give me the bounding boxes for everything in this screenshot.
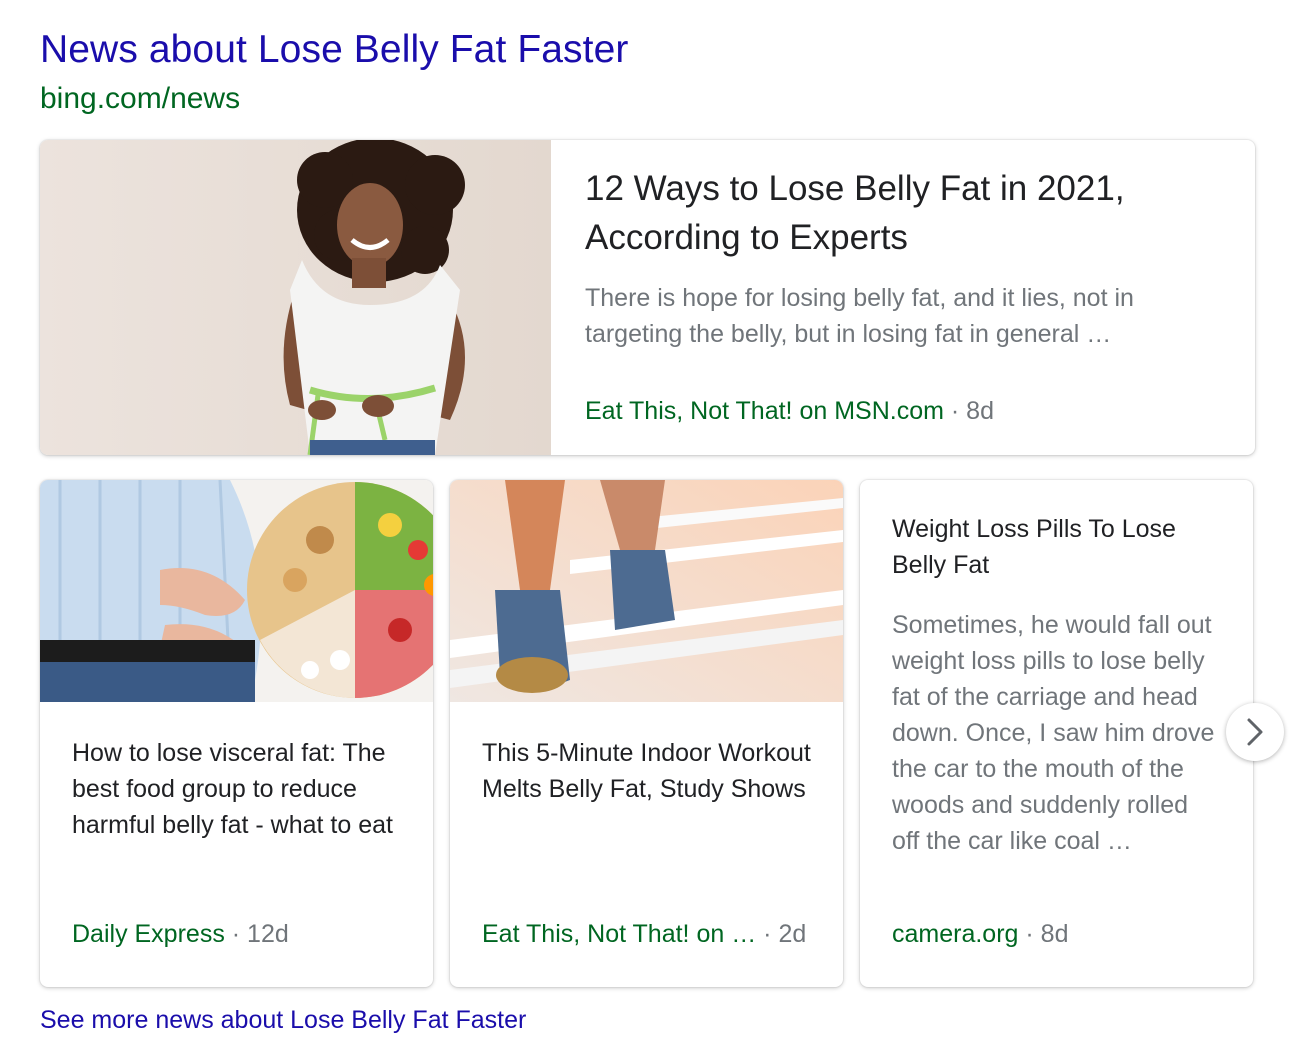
article-age: · 8d bbox=[950, 397, 994, 425]
article-meta: Eat This, Not That! on MSN.com · 8d bbox=[585, 397, 994, 426]
article-age: · 8d bbox=[1025, 920, 1069, 948]
chevron-right-icon bbox=[1247, 718, 1263, 746]
article-headline[interactable]: 12 Ways to Lose Belly Fat in 2021, Accor… bbox=[585, 164, 1225, 262]
article-meta: Eat This, Not That! on … · 2d bbox=[482, 920, 806, 949]
news-card[interactable]: This 5-Minute Indoor Workout Melts Belly… bbox=[450, 480, 843, 987]
news-section-url: bing.com/news bbox=[40, 82, 241, 115]
article-age: · 2d bbox=[763, 920, 807, 948]
article-snippet: There is hope for losing belly fat, and … bbox=[585, 284, 1134, 348]
article-thumbnail[interactable] bbox=[40, 480, 433, 702]
top-news-card[interactable]: 12 Ways to Lose Belly Fat in 2021, Accor… bbox=[40, 140, 1255, 455]
article-snippet: Sometimes, he would fall out weight loss… bbox=[892, 611, 1215, 855]
article-headline[interactable]: Weight Loss Pills To Lose Belly Fat bbox=[892, 511, 1212, 583]
article-headline[interactable]: This 5-Minute Indoor Workout Melts Belly… bbox=[482, 735, 822, 807]
article-age: · 12d bbox=[231, 920, 289, 948]
article-meta: camera.org · 8d bbox=[892, 920, 1069, 949]
news-card[interactable]: How to lose visceral fat: The best food … bbox=[40, 480, 433, 987]
article-source: Daily Express bbox=[72, 920, 225, 948]
article-meta: Daily Express · 12d bbox=[72, 920, 289, 949]
article-thumbnail[interactable] bbox=[450, 480, 843, 702]
article-source: camera.org bbox=[892, 920, 1019, 948]
carousel-next-button[interactable] bbox=[1226, 703, 1284, 761]
see-more-news-link[interactable]: See more news about Lose Belly Fat Faste… bbox=[40, 1006, 526, 1035]
article-headline[interactable]: How to lose visceral fat: The best food … bbox=[72, 735, 412, 843]
news-section-title[interactable]: News about Lose Belly Fat Faster bbox=[40, 28, 628, 72]
article-thumbnail[interactable] bbox=[40, 140, 551, 455]
news-card[interactable]: Weight Loss Pills To Lose Belly Fat Some… bbox=[860, 480, 1253, 987]
article-source: Eat This, Not That! on … bbox=[482, 920, 757, 948]
article-source: Eat This, Not That! on MSN.com bbox=[585, 397, 944, 425]
